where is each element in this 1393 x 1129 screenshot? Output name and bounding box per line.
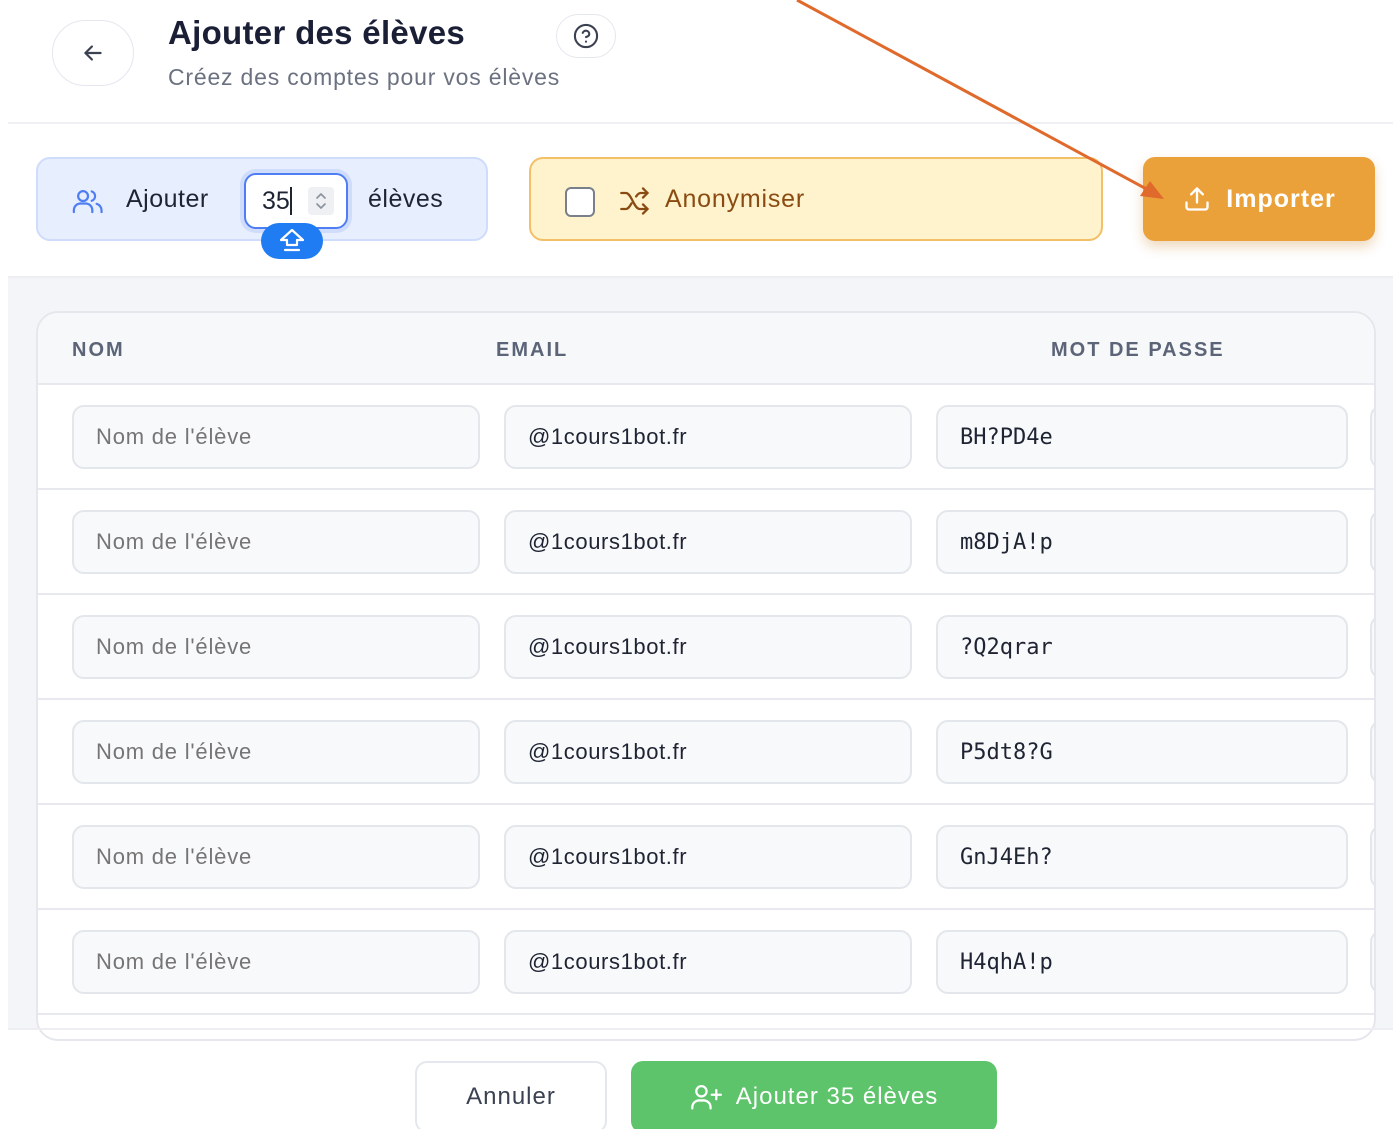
arrow-left-icon <box>84 45 102 61</box>
user-plus-icon <box>690 1085 722 1110</box>
back-button[interactable] <box>52 20 134 86</box>
row-extra-field[interactable] <box>1370 720 1374 784</box>
student-email-field[interactable]: @1cours1bot.fr <box>504 405 912 469</box>
student-password-field[interactable]: BH?PD4e <box>936 405 1348 469</box>
student-email-field[interactable]: @1cours1bot.fr <box>504 720 912 784</box>
table-row: @1cours1bot.fr ?Q2qrar <box>38 595 1374 700</box>
student-name-input[interactable] <box>72 720 480 784</box>
anonymize-label: Anonymiser <box>665 185 805 213</box>
cancel-label: Annuler <box>466 1083 556 1110</box>
upload-icon <box>1185 187 1209 211</box>
page-title: Ajouter des élèves <box>168 14 466 51</box>
student-name-input[interactable] <box>72 930 480 994</box>
student-name-input[interactable] <box>72 615 480 679</box>
add-students-page: Ajouter des élèves Créez des comptes pou… <box>0 0 1393 1129</box>
column-header-email: EMAIL <box>496 339 569 361</box>
row-extra-field[interactable] <box>1370 510 1374 574</box>
student-password-field[interactable]: H4qhA!p <box>936 930 1348 994</box>
student-name-input[interactable] <box>72 510 480 574</box>
table-row: @1cours1bot.fr P5dt8?G <box>38 700 1374 805</box>
chevron-up-down-icon <box>316 193 326 209</box>
help-circle-icon <box>573 23 599 49</box>
table-row: @1cours1bot.fr GnJ4Eh? <box>38 805 1374 910</box>
row-extra-field[interactable] <box>1370 405 1374 469</box>
help-button[interactable] <box>556 14 616 58</box>
header-divider <box>8 122 1393 124</box>
students-table: NOM EMAIL MOT DE PASSE @1cours1bot.fr BH… <box>36 311 1376 1041</box>
anonymize-checkbox[interactable] <box>565 187 595 217</box>
student-password-field[interactable]: ?Q2qrar <box>936 615 1348 679</box>
import-label: Importer <box>1226 184 1336 213</box>
row-extra-field[interactable] <box>1370 930 1374 994</box>
import-button[interactable]: Importer <box>1143 157 1375 241</box>
student-email-field[interactable]: @1cours1bot.fr <box>504 615 912 679</box>
shift-key-icon <box>279 228 305 252</box>
row-extra-field[interactable] <box>1370 615 1374 679</box>
column-header-password: MOT DE PASSE <box>1051 339 1225 361</box>
table-header: NOM EMAIL MOT DE PASSE <box>38 313 1374 385</box>
student-name-input[interactable] <box>72 405 480 469</box>
student-count-value: 35 <box>262 187 290 215</box>
shuffle-icon <box>620 187 649 215</box>
student-password-field[interactable]: GnJ4Eh? <box>936 825 1348 889</box>
text-caret <box>290 187 292 215</box>
student-password-field[interactable]: P5dt8?G <box>936 720 1348 784</box>
student-email-field[interactable]: @1cours1bot.fr <box>504 825 912 889</box>
unit-label: élèves <box>368 185 444 213</box>
cancel-button[interactable]: Annuler <box>415 1061 607 1129</box>
student-name-input[interactable] <box>72 825 480 889</box>
add-count-label: Ajouter <box>126 185 209 213</box>
add-students-label: Ajouter 35 élèves <box>735 1083 939 1110</box>
column-header-name: NOM <box>72 339 125 361</box>
student-count-panel: Ajouter 35 élèves <box>36 157 488 241</box>
student-email-field[interactable]: @1cours1bot.fr <box>504 930 912 994</box>
student-email-field[interactable]: @1cours1bot.fr <box>504 510 912 574</box>
table-row: @1cours1bot.fr m8DjA!p <box>38 490 1374 595</box>
page-subtitle: Créez des comptes pour vos élèves <box>168 64 561 90</box>
add-students-button[interactable]: Ajouter 35 élèves <box>631 1061 997 1129</box>
row-extra-field[interactable] <box>1370 825 1374 889</box>
users-icon <box>72 190 103 214</box>
table-row: @1cours1bot.fr H4qhA!p <box>38 910 1374 1015</box>
shift-key-badge <box>261 223 323 259</box>
count-spinner[interactable] <box>308 187 334 215</box>
student-password-field[interactable]: m8DjA!p <box>936 510 1348 574</box>
anonymize-toggle[interactable]: Anonymiser <box>529 157 1103 241</box>
table-row: @1cours1bot.fr BH?PD4e <box>38 385 1374 490</box>
student-count-input[interactable]: 35 <box>244 173 348 229</box>
footer-divider <box>8 1028 1393 1030</box>
